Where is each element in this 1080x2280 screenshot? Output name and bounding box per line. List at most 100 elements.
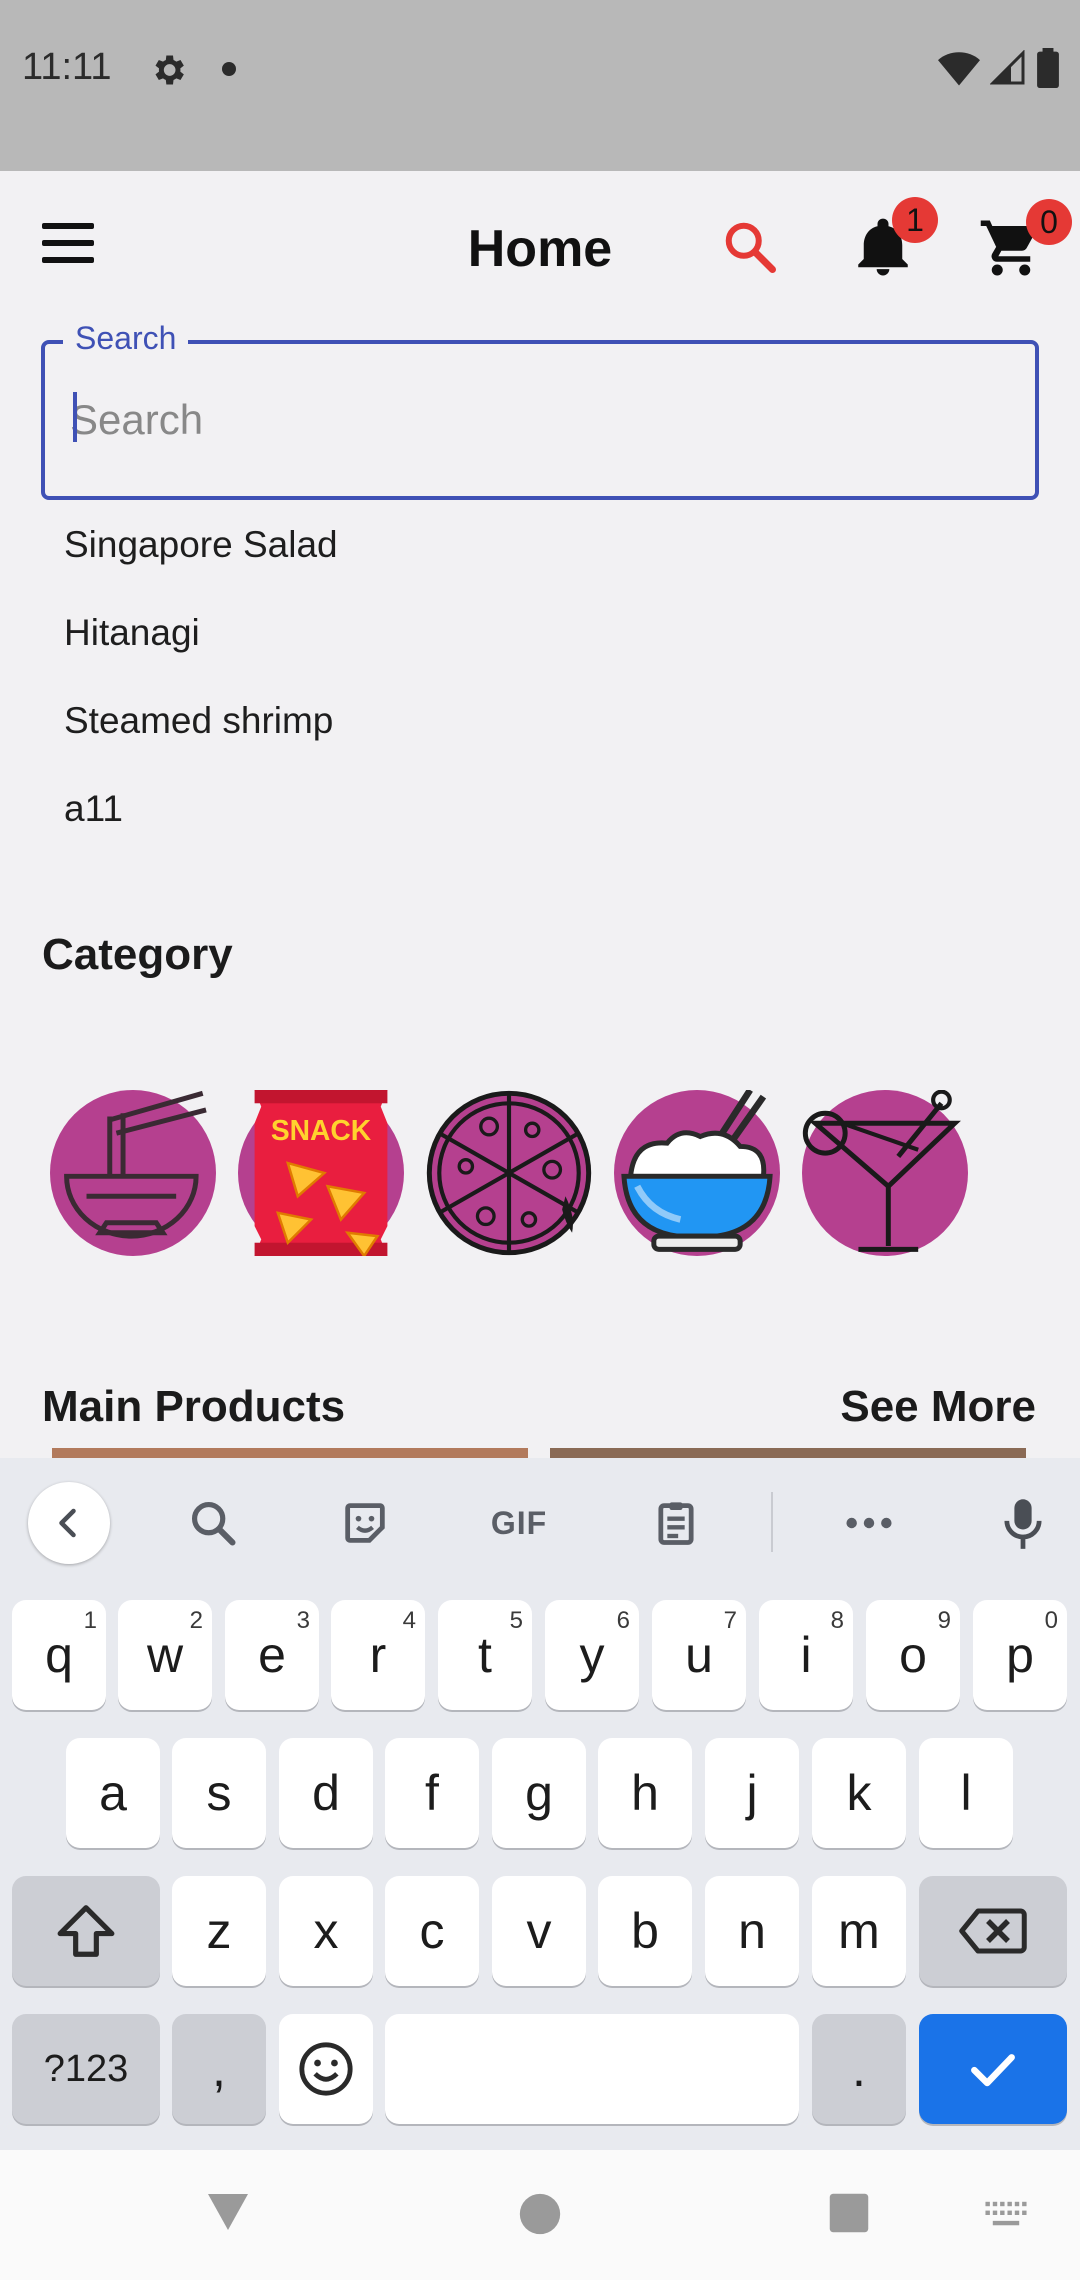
category-pizza[interactable] [426,1090,592,1256]
symbols-key[interactable]: ?123 [12,2014,160,2124]
toolbar-divider [771,1492,773,1552]
key-t[interactable]: t5 [438,1600,532,1710]
keyboard-switch-icon[interactable] [984,2200,1028,2230]
sticker-button[interactable] [330,1488,400,1558]
category-snack[interactable]: SNACK [238,1090,404,1259]
keyboard-search-button[interactable] [178,1488,248,1558]
key-hint: 2 [189,1607,203,1634]
key-label: w [146,1627,184,1683]
key-label: i [800,1627,812,1683]
key-label: t [478,1627,492,1683]
sticker-icon [345,1503,385,1543]
category-noodles[interactable] [50,1090,216,1256]
key-p[interactable]: p0 [973,1600,1067,1710]
key-label: y [579,1627,605,1683]
key-i[interactable]: i8 [759,1600,853,1710]
space-key[interactable] [385,2014,799,2124]
key-z[interactable]: z [172,1876,266,1986]
gif-label: GIF [490,1504,548,1541]
key-d[interactable]: d [279,1738,373,1848]
key-r[interactable]: r4 [331,1600,425,1710]
keyboard-back-button[interactable] [28,1482,110,1564]
key-hint: 9 [937,1607,951,1634]
key-k[interactable]: k [812,1738,906,1848]
search-icon[interactable] [720,217,780,277]
microphone-icon [1004,1499,1042,1549]
key-w[interactable]: w2 [118,1600,212,1710]
key-b[interactable]: b [598,1876,692,1986]
suggestion-item[interactable]: Steamed shrimp [42,686,1040,774]
status-time: 11:11 [22,46,112,88]
notification-dot-icon [222,62,236,76]
backspace-key[interactable] [919,1876,1067,1986]
key-l[interactable]: l [919,1738,1013,1848]
key-g[interactable]: g [492,1738,586,1848]
key-a[interactable]: a [66,1738,160,1848]
key-e[interactable]: e3 [225,1600,319,1710]
key-y[interactable]: y6 [545,1600,639,1710]
app-bar: Home 1 0 [0,171,1080,328]
enter-key[interactable] [919,2014,1067,2124]
pizza-icon [426,1090,592,1256]
key-m[interactable]: m [812,1876,906,1986]
more-horizontal-icon [846,1517,892,1529]
key-hint: 7 [723,1607,737,1634]
key-label: q [45,1627,73,1683]
key-n[interactable]: n [705,1876,799,1986]
cart-count-badge: 0 [1026,199,1072,245]
shift-icon [57,1905,115,1957]
key-f[interactable]: f [385,1738,479,1848]
checkmark-icon [971,2054,1015,2087]
key-hint: 1 [83,1607,97,1634]
system-navigation-bar [0,2150,1080,2280]
key-v[interactable]: v [492,1876,586,1986]
clipboard-button[interactable] [641,1488,711,1558]
notifications-button[interactable]: 1 [850,197,938,281]
category-list: SNACK [50,1088,968,1259]
period-key[interactable]: . [812,2014,906,2124]
search-input[interactable] [70,380,1010,460]
key-c[interactable]: c [385,1876,479,1986]
home-circle-icon[interactable] [518,2192,562,2236]
recents-square-icon[interactable] [828,2192,870,2234]
suggestion-item[interactable]: Hitanagi [42,598,1040,686]
search-suggestions: Singapore Salad Hitanagi Steamed shrimp … [42,510,1040,862]
voice-input-button[interactable] [988,1488,1058,1558]
signal-icon [990,50,1025,85]
battery-icon [1037,48,1059,88]
key-h[interactable]: h [598,1738,692,1848]
key-x[interactable]: x [279,1876,373,1986]
suggestion-item[interactable]: a11 [42,774,1040,862]
snack-icon: SNACK [238,1090,404,1259]
category-title: Category [42,930,233,979]
category-rice[interactable] [614,1088,780,1256]
cart-button[interactable]: 0 [978,199,1072,281]
key-s[interactable]: s [172,1738,266,1848]
category-drinks[interactable] [802,1089,968,1256]
key-hint: 0 [1044,1607,1058,1634]
more-options-button[interactable] [834,1488,904,1558]
key-o[interactable]: o9 [866,1600,960,1710]
key-hint: 6 [616,1607,630,1634]
key-q[interactable]: q1 [12,1600,106,1710]
key-label: e [258,1627,286,1683]
back-triangle-icon[interactable] [204,2190,252,2232]
gif-button[interactable]: GIF [484,1488,554,1558]
emoji-key[interactable] [279,2014,373,2124]
settings-gear-icon [155,55,184,85]
snack-label: SNACK [271,1114,372,1146]
cocktail-icon [802,1089,968,1256]
key-hint: 8 [830,1607,844,1634]
status-bar: 11:11 [0,0,1080,171]
text-cursor [73,392,77,442]
suggestion-item[interactable]: Singapore Salad [42,510,1040,598]
search-icon [191,1501,236,1546]
comma-key[interactable]: , [172,2014,266,2124]
main-products-title: Main Products [42,1382,346,1431]
rice-bowl-icon [614,1088,780,1256]
key-u[interactable]: u7 [652,1600,746,1710]
key-label: r [369,1627,387,1683]
shift-key[interactable] [12,1876,160,1986]
see-more-link[interactable]: See More [840,1382,1036,1432]
key-j[interactable]: j [705,1738,799,1848]
